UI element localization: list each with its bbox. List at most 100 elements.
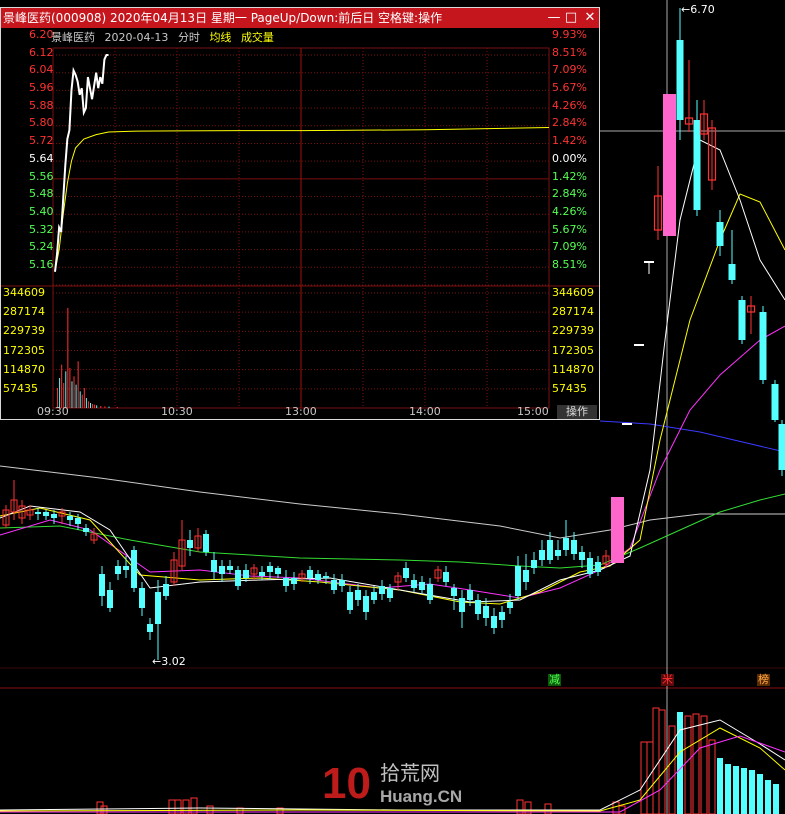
candle-body bbox=[99, 574, 105, 596]
volume-tick-label: 287174 bbox=[3, 305, 45, 319]
price-tick-label: 5.40 bbox=[29, 204, 54, 218]
percent-tick-label: 1.42% bbox=[552, 134, 587, 148]
candle-body bbox=[515, 566, 521, 596]
candle-body bbox=[387, 588, 393, 598]
volume-bar bbox=[708, 739, 716, 814]
price-tick-label: 6.04 bbox=[29, 63, 54, 77]
high-price-arrow: ← bbox=[681, 3, 691, 16]
window-titlebar[interactable]: 景峰医药(000908) 2020年04月13日 星期一 PageUp/Down… bbox=[1, 8, 599, 28]
candle-body bbox=[547, 540, 553, 560]
minimize-icon[interactable]: — bbox=[547, 11, 561, 25]
percent-tick-label: 8.51% bbox=[552, 45, 587, 59]
candle-body bbox=[203, 534, 209, 552]
candle-body bbox=[587, 558, 593, 574]
info-date: 2020-04-13 bbox=[104, 31, 169, 44]
volume-tick-label-right: 344609 bbox=[552, 286, 594, 299]
operate-button[interactable]: 操作 bbox=[557, 405, 597, 419]
time-tick-label: 14:00 bbox=[409, 405, 441, 418]
candle-body bbox=[107, 590, 113, 608]
chart-info-bar: 景峰医药 2020-04-13 分时 均线 成交量 bbox=[51, 30, 280, 46]
volume-tick-label-right: 287174 bbox=[552, 305, 594, 319]
volume-bar bbox=[733, 766, 739, 814]
limit-up-candle bbox=[611, 497, 624, 563]
volume-bar bbox=[700, 715, 708, 814]
price-tick-label: 5.80 bbox=[29, 116, 54, 130]
volume-tick-label-right: 172305 bbox=[552, 343, 594, 357]
candle-body bbox=[291, 578, 297, 584]
candle-body bbox=[716, 222, 724, 246]
time-tick-label: 13:00 bbox=[285, 405, 317, 418]
candle-body bbox=[67, 516, 73, 520]
price-tick-label: 5.24 bbox=[29, 240, 54, 254]
candle-body bbox=[676, 40, 684, 120]
candle-body bbox=[75, 518, 81, 524]
volume-tick-label-right: 229739 bbox=[552, 324, 594, 338]
candle-body bbox=[499, 612, 505, 620]
volume-tick-label-right: 114870 bbox=[552, 362, 594, 376]
volume-bar bbox=[741, 768, 747, 814]
candle-body bbox=[307, 570, 313, 578]
price-tick-label: 6.12 bbox=[29, 45, 54, 59]
candle-body bbox=[738, 300, 746, 340]
candle-body bbox=[227, 566, 233, 570]
volume-bar bbox=[100, 805, 108, 814]
candle-body bbox=[531, 560, 537, 568]
percent-tick-label: 1.42% bbox=[552, 169, 587, 183]
candle-body bbox=[507, 602, 513, 608]
candle-body bbox=[411, 580, 417, 588]
candle-body bbox=[419, 582, 425, 590]
price-tick-label: 5.56 bbox=[29, 169, 54, 183]
candle-body bbox=[51, 514, 57, 518]
candle-body bbox=[331, 580, 337, 590]
high-price-label: ←6.70 bbox=[681, 4, 715, 16]
volume-tick-label: 344609 bbox=[3, 286, 45, 299]
volume-bar bbox=[749, 770, 755, 814]
candle-body bbox=[347, 592, 353, 610]
percent-tick-label: 2.84% bbox=[552, 187, 587, 201]
window-title: 景峰医药(000908) 2020年04月13日 星期一 PageUp/Down… bbox=[3, 11, 443, 25]
candle-body bbox=[371, 592, 377, 600]
candle-body bbox=[243, 570, 249, 578]
candle-body bbox=[219, 566, 225, 574]
volume-bar bbox=[765, 780, 771, 814]
candle-body bbox=[267, 566, 273, 572]
low-price-label: ←3.02 bbox=[152, 656, 186, 668]
candle-body bbox=[778, 424, 785, 470]
price-tick-label: 6.20 bbox=[29, 28, 54, 41]
percent-tick-label: 8.51% bbox=[552, 258, 587, 271]
low-price-arrow: ← bbox=[152, 655, 162, 668]
percent-tick-label: 7.09% bbox=[552, 63, 587, 77]
marker-bang[interactable]: 榜 bbox=[757, 674, 770, 686]
candle-body bbox=[315, 574, 321, 580]
candle-body bbox=[147, 624, 153, 632]
volume-bar bbox=[677, 712, 683, 814]
volume-bar bbox=[640, 741, 648, 814]
candle-body bbox=[539, 550, 545, 560]
candle-body bbox=[211, 560, 217, 572]
watermark-digits: 10 bbox=[322, 759, 371, 808]
candle-body bbox=[259, 572, 265, 576]
watermark-en: Huang.CN bbox=[380, 787, 462, 806]
candle-body bbox=[363, 596, 369, 612]
marker-mi[interactable]: 米 bbox=[661, 674, 674, 686]
maximize-icon[interactable]: □ bbox=[564, 11, 578, 25]
intraday-chart[interactable] bbox=[1, 28, 599, 419]
ma-blue bbox=[599, 420, 785, 453]
volume-bar bbox=[692, 713, 700, 814]
volume-bar bbox=[658, 709, 666, 814]
candle-body bbox=[483, 606, 489, 618]
percent-tick-label: 9.93% bbox=[552, 28, 587, 41]
intraday-window[interactable]: 景峰医药(000908) 2020年04月13日 星期一 PageUp/Down… bbox=[0, 7, 600, 420]
volume-bar bbox=[725, 764, 731, 814]
limit-up-candle bbox=[663, 94, 676, 236]
candle-body bbox=[467, 590, 473, 600]
candle-body bbox=[759, 312, 767, 380]
candle-body bbox=[771, 384, 779, 420]
close-icon[interactable]: ✕ bbox=[583, 11, 597, 25]
info-vol-label: 成交量 bbox=[240, 31, 274, 44]
volume-bar bbox=[652, 707, 660, 814]
candle-body bbox=[83, 528, 89, 532]
candle-body bbox=[131, 550, 137, 588]
candle-body bbox=[35, 512, 41, 514]
marker-jian[interactable]: 减 bbox=[548, 674, 561, 686]
